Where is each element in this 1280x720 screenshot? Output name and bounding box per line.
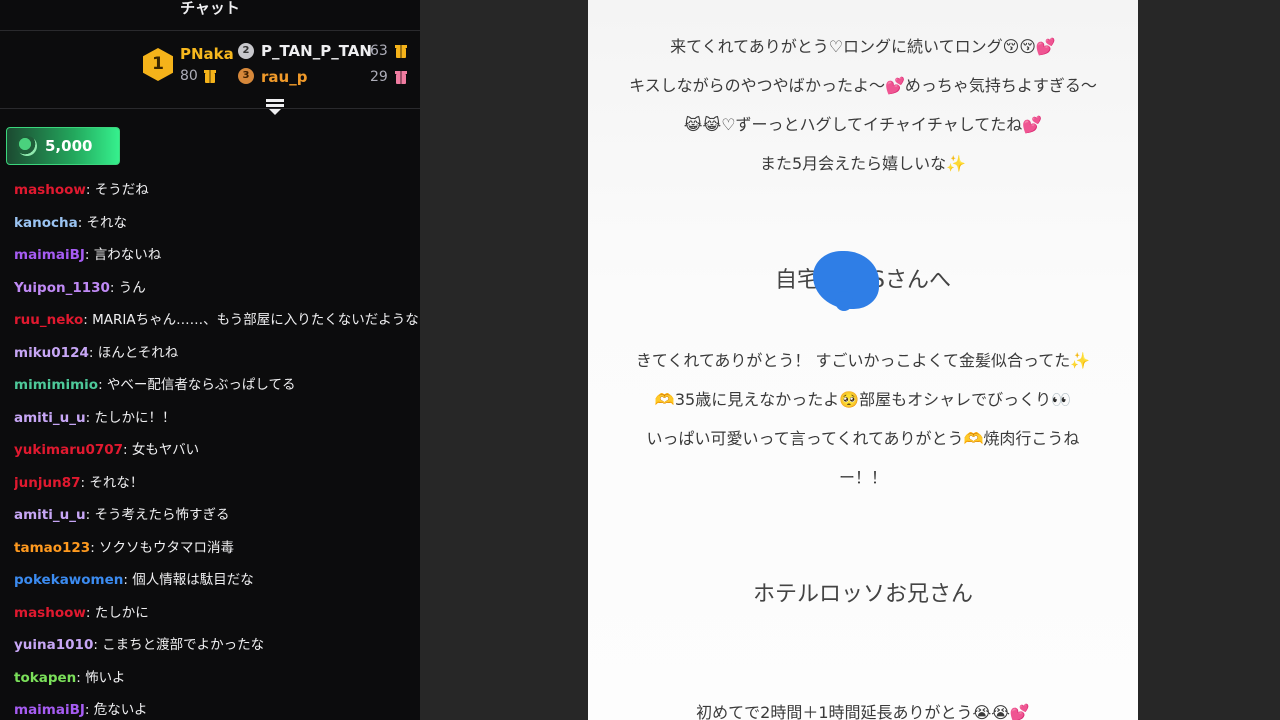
chat-message-text: : MARIAちゃん……、もう部屋に入りたくないだようなあ (83, 312, 420, 328)
chat-message-text: : やべー配信者ならぶっぱしてる (98, 377, 296, 393)
chat-message-text: : そう考えたら怖すぎる (85, 507, 230, 523)
chat-username[interactable]: kanocha (14, 215, 78, 231)
leader-2-count: 63 (370, 43, 388, 59)
chat-message: mashoow: そうだね (14, 180, 420, 213)
video-player[interactable]: 来てくれてありがとう♡ロングに続いてロング😚😚💕 キスしながらのやつやばかったよ… (420, 0, 1280, 720)
leader-1-name[interactable]: PNaka (180, 45, 234, 63)
chat-message-text: : そうだね (85, 182, 149, 198)
chat-message-text: : それな (77, 214, 128, 231)
chat-message-text: : ソクソもウタマロ消毒 (90, 539, 235, 556)
chat-username[interactable]: maimaiBJ (14, 702, 85, 718)
phone-screen-note: 来てくれてありがとう♡ロングに続いてロング😚😚💕 キスしながらのやつやばかったよ… (588, 0, 1138, 720)
letterbox-right (1138, 0, 1280, 720)
leader-1-count: 80 (180, 68, 198, 84)
chat-message: kanocha: それな (14, 213, 420, 246)
note-line: 初めてで2時間＋1時間延長ありがとう😭😭💕 (696, 703, 1030, 720)
chat-message: amiti_u_u: そう考えたら怖すぎる (14, 505, 420, 538)
censor-scribble (813, 251, 879, 311)
chat-username[interactable]: yukimaru0707 (14, 442, 123, 458)
chat-message-list: mashoow: そうだね kanocha: それな maimaiBJ: 言わないね… (14, 180, 420, 720)
chat-username[interactable]: pokekawomen (14, 572, 123, 588)
chat-message-text: : 言わないね (84, 247, 162, 263)
chat-message: yukimaru0707: 女もヤバい (14, 440, 420, 473)
leader-3-count: 29 (370, 69, 388, 85)
chat-message-text: : うん (109, 279, 146, 296)
chat-message: miku0124: ほんとそれね (14, 343, 420, 376)
chat-message: maimaiBJ: 言わないね (14, 245, 420, 278)
note-heading: ホテルロッソお兄さん (752, 582, 973, 607)
chat-username[interactable]: Yuipon_1130 (14, 280, 110, 296)
chat-message-text: : ほんとそれね (88, 344, 179, 361)
chat-username[interactable]: tokapen (14, 670, 76, 686)
chat-username[interactable]: mashoow (14, 605, 86, 621)
leader-3-name[interactable]: rau_p (261, 68, 307, 86)
chat-username[interactable]: tamao123 (14, 540, 90, 556)
chat-message: Yuipon_1130: うん (14, 278, 420, 311)
chat-message: maimaiBJ: 危ないよ (14, 700, 420, 720)
chat-message-text: : それな！ (80, 474, 144, 491)
chat-message-text: : 女もヤバい (123, 442, 200, 458)
chat-username[interactable]: ruu_neko (14, 312, 83, 328)
channel-points-button[interactable]: 5,000 (6, 127, 120, 165)
note-heading-suffix: Sさんへ (871, 268, 951, 293)
chat-username[interactable]: mashoow (14, 182, 86, 198)
rank-3-badge-icon: 3 (238, 68, 254, 84)
chat-title: チャット (0, 0, 420, 31)
chat-message: tamao123: ソクソもウタマロ消毒 (14, 538, 420, 571)
note-line: 😹😹♡ずーっとハグしてイチャイチャしてたね💕 (683, 115, 1043, 134)
leader-2-name[interactable]: P_TAN_P_TAN (261, 42, 372, 60)
note-line: きてくれてありがとう！ すごいかっこよくて金髪似合ってた✨ (635, 351, 1091, 370)
note-line: いっぱい可愛いって言ってくれてありがとう🫶焼肉行こうね (646, 429, 1080, 448)
note-line: キスしながらのやつやばかったよ〜💕めっちゃ気持ちよすぎる〜 (629, 76, 1097, 95)
channel-points-value: 5,000 (45, 137, 93, 155)
chat-username[interactable]: junjun87 (14, 475, 81, 491)
chat-message-text: : 危ないよ (84, 702, 148, 718)
chat-message: amiti_u_u: たしかに！！ (14, 408, 420, 441)
gift-leaderboard[interactable]: 1 PNaka 80 2 P_TAN_P_TAN 63 3 rau_p 29 (0, 31, 420, 109)
gift-icon (204, 70, 216, 83)
chat-username[interactable]: amiti_u_u (14, 507, 86, 523)
chat-message-text: : こまちと渡部でよかったな (93, 637, 265, 653)
chat-message-text: : たしかに！！ (85, 409, 176, 426)
chat-username[interactable]: yuina1010 (14, 637, 93, 653)
chat-username[interactable]: mimimimio (14, 377, 98, 393)
note-line: ー！！ (838, 468, 887, 487)
expand-leaderboard-icon[interactable] (266, 99, 284, 115)
note-line: 🫶35歳に見えなかったよ🥺部屋もオシャレでびっくり👀 (654, 390, 1072, 409)
chat-username[interactable]: amiti_u_u (14, 410, 86, 426)
chat-message: yuina1010: こまちと渡部でよかったな (14, 635, 420, 668)
rank-1-badge-icon: 1 (143, 48, 173, 81)
chat-panel: チャット 1 PNaka 80 2 P_TAN_P_TAN 63 3 rau_p… (0, 0, 420, 720)
note-line: 来てくれてありがとう♡ロングに続いてロング😚😚💕 (670, 37, 1056, 56)
letterbox-left (420, 0, 588, 720)
chat-message: ruu_neko: MARIAちゃん……、もう部屋に入りたくないだようなあ (14, 310, 420, 343)
chat-username[interactable]: miku0124 (14, 345, 89, 361)
chat-message-text: : たしかに (85, 604, 149, 621)
rank-2-badge-icon: 2 (238, 43, 254, 59)
channel-points-icon (17, 136, 37, 156)
chat-message-text: : 怖いよ (76, 669, 126, 686)
gift-icon (395, 71, 407, 84)
chat-message: mashoow: たしかに (14, 603, 420, 636)
note-line: また5月会えたら嬉しいな✨ (759, 154, 967, 173)
chat-message: pokekawomen: 個人情報は駄目だな (14, 570, 420, 603)
chat-username[interactable]: maimaiBJ (14, 247, 85, 263)
gift-icon (395, 45, 407, 58)
chat-message: junjun87: それな！ (14, 473, 420, 506)
chat-message-text: : 個人情報は駄目だな (123, 572, 254, 588)
chat-message: tokapen: 怖いよ (14, 668, 420, 701)
chat-message: mimimimio: やべー配信者ならぶっぱしてる (14, 375, 420, 408)
